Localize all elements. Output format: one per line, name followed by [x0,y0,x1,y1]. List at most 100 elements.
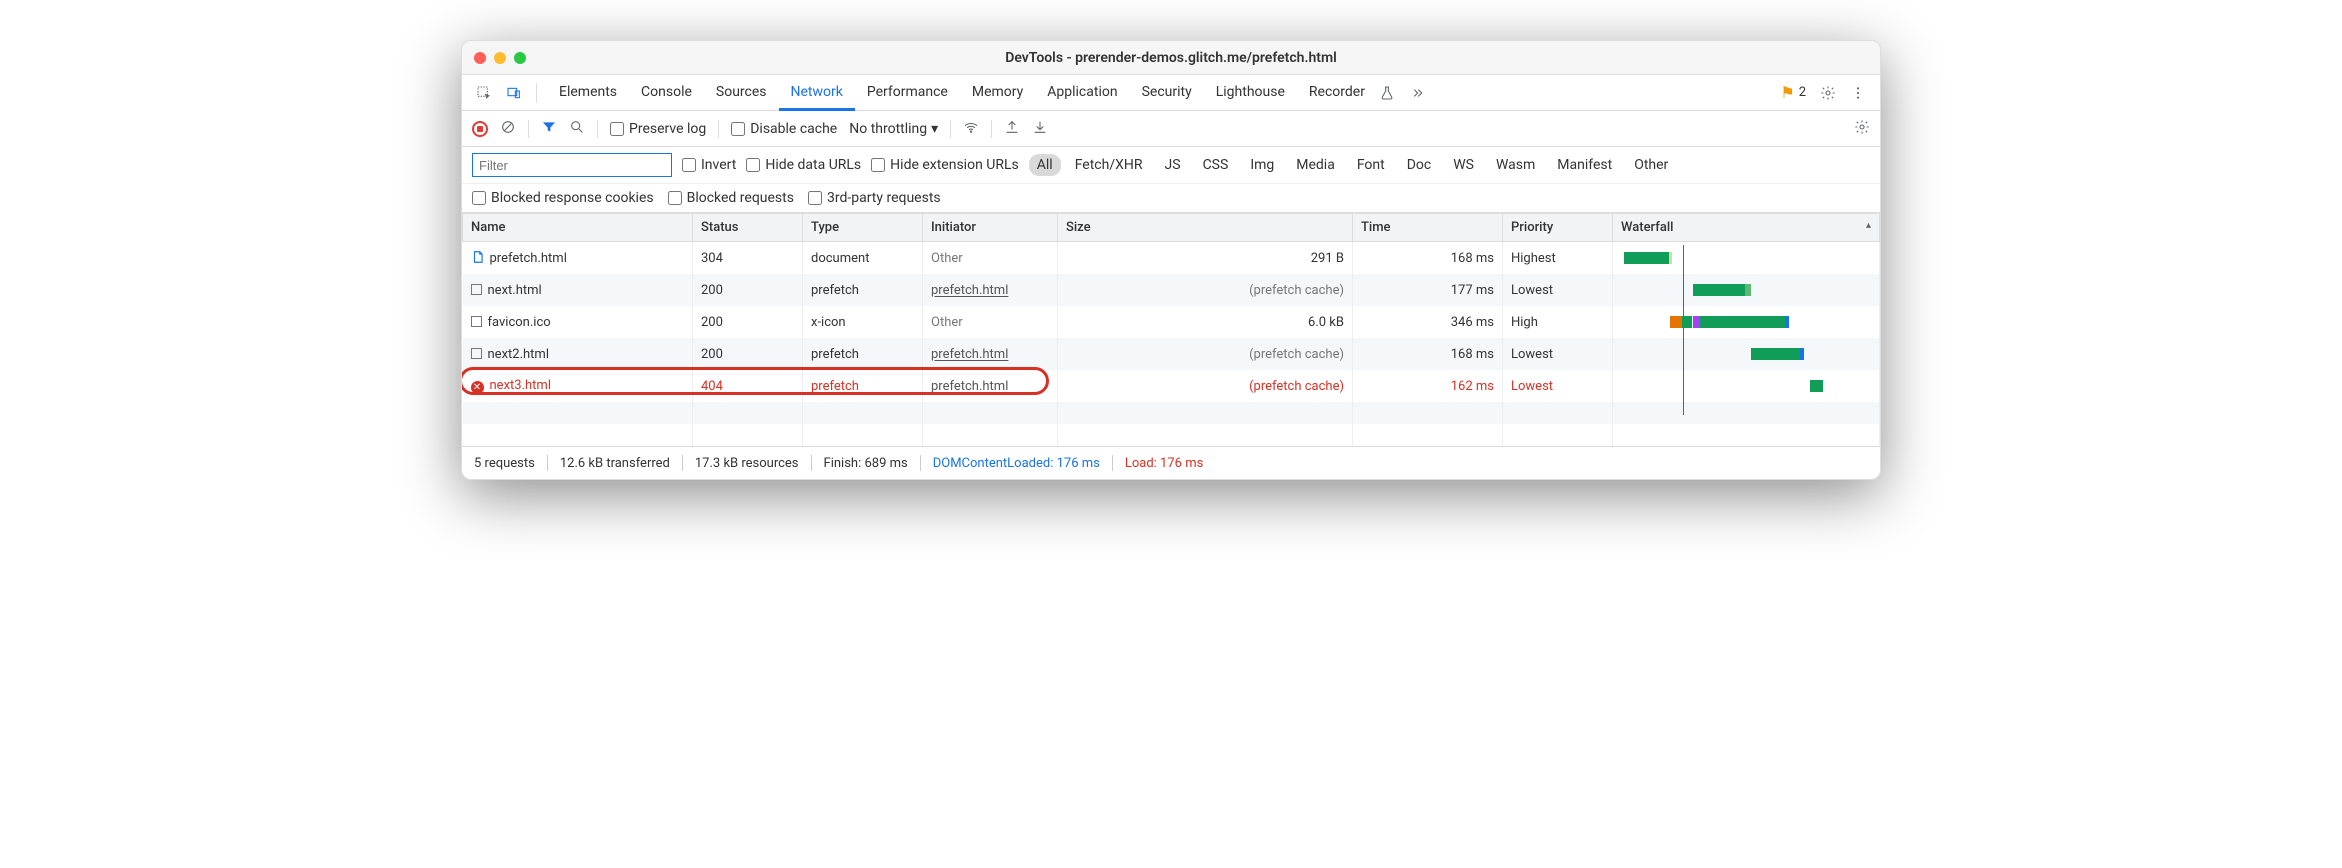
waterfall-cell [1613,274,1880,306]
issues-badge[interactable]: ⚑ 2 [1776,81,1810,104]
initiator-link[interactable]: prefetch.html [931,379,1008,394]
inspect-icon[interactable] [472,81,496,105]
table-row[interactable]: ✕next3.html404prefetchprefetch.html(pref… [463,370,1880,402]
disable-cache-checkbox[interactable]: Disable cache [731,121,837,137]
kebab-menu-icon[interactable] [1846,81,1870,105]
empty-row [463,424,1880,446]
filter-type-fetch-xhr[interactable]: Fetch/XHR [1067,154,1151,176]
device-mode-icon[interactable] [502,81,526,105]
filter-type-all[interactable]: All [1029,154,1061,176]
search-icon[interactable] [569,119,585,139]
blocked-cookies-checkbox[interactable]: Blocked response cookies [472,190,654,206]
column-header-type[interactable]: Type [803,214,923,242]
status-cell: 200 [693,338,803,370]
hide-extension-urls-checkbox[interactable]: Hide extension URLs [871,157,1019,173]
upload-har-icon[interactable] [1004,119,1020,139]
filter-type-wasm[interactable]: Wasm [1488,154,1543,176]
tab-application[interactable]: Application [1035,76,1129,110]
size-cell: (prefetch cache) [1058,370,1353,402]
request-name: favicon.ico [488,315,551,330]
separator [718,120,719,138]
dcl-time: DOMContentLoaded: 176 ms [933,456,1100,471]
table-row[interactable]: favicon.ico200x-iconOther6.0 kB346 msHig… [463,306,1880,338]
clear-button[interactable] [500,119,516,139]
waterfall-segment [1745,284,1752,296]
priority-cell: Lowest [1503,338,1613,370]
titlebar: DevTools - prerender-demos.glitch.me/pre… [462,41,1880,75]
tab-recorder[interactable]: Recorder [1297,76,1377,110]
filter-toggle-icon[interactable] [541,119,557,139]
hide-data-urls-checkbox[interactable]: Hide data URLs [746,157,861,173]
filter-type-ws[interactable]: WS [1445,154,1482,176]
tab-sources[interactable]: Sources [704,76,779,110]
initiator-link: Other [931,251,963,266]
waterfall-cell [1613,338,1880,370]
waterfall-segment [1810,380,1823,392]
column-header-size[interactable]: Size [1058,214,1353,242]
waterfall-segment [1693,284,1745,296]
filter-type-media[interactable]: Media [1288,154,1343,176]
type-cell: x-icon [803,306,923,338]
network-settings-icon[interactable] [1854,119,1870,139]
filter-input[interactable] [472,153,672,177]
flask-icon [1375,81,1399,105]
filter-type-font[interactable]: Font [1349,154,1393,176]
tab-memory[interactable]: Memory [960,76,1035,110]
more-tabs-icon[interactable] [1405,81,1429,105]
tab-lighthouse[interactable]: Lighthouse [1204,76,1297,110]
initiator-link[interactable]: prefetch.html [931,283,1008,298]
request-name: next.html [488,283,542,298]
filter-type-doc[interactable]: Doc [1399,154,1440,176]
tab-network[interactable]: Network [779,76,855,111]
preserve-log-checkbox[interactable]: Preserve log [610,121,706,137]
tab-elements[interactable]: Elements [547,76,629,110]
separator [528,120,529,138]
record-button[interactable] [472,121,488,137]
network-toolbar: Preserve log Disable cache No throttling… [462,111,1880,147]
filter-type-manifest[interactable]: Manifest [1549,154,1620,176]
priority-cell: Lowest [1503,274,1613,306]
invert-checkbox[interactable]: Invert [682,157,736,173]
filter-type-css[interactable]: CSS [1195,154,1237,176]
load-time: Load: 176 ms [1125,456,1203,471]
filter-type-js[interactable]: JS [1157,154,1189,176]
tab-console[interactable]: Console [629,76,704,110]
request-name: next2.html [488,347,549,362]
filter-type-other[interactable]: Other [1626,154,1676,176]
column-header-time[interactable]: Time [1353,214,1503,242]
separator [950,120,951,138]
column-header-initiator[interactable]: Initiator [923,214,1058,242]
request-name: next3.html [490,378,551,393]
waterfall-cell [1613,242,1880,275]
waterfall-segment [1751,348,1800,360]
tab-performance[interactable]: Performance [855,76,960,110]
requests-count: 5 requests [474,456,535,471]
third-party-checkbox[interactable]: 3rd-party requests [808,190,941,206]
flag-icon: ⚑ [1780,83,1794,102]
download-har-icon[interactable] [1032,119,1048,139]
status-cell: 304 [693,242,803,275]
throttling-select[interactable]: No throttling ▾ [849,121,938,137]
table-row[interactable]: prefetch.html304documentOther291 B168 ms… [463,242,1880,275]
waterfall-segment [1682,316,1692,328]
separator [991,120,992,138]
priority-cell: Lowest [1503,370,1613,402]
document-icon [471,250,485,264]
filter-type-img[interactable]: Img [1242,154,1282,176]
column-header-name[interactable]: Name [463,214,693,242]
column-header-priority[interactable]: Priority [1503,214,1613,242]
table-row[interactable]: next.html200prefetchprefetch.html(prefet… [463,274,1880,306]
waterfall-segment [1670,316,1682,328]
type-cell: document [803,242,923,275]
settings-icon[interactable] [1816,81,1840,105]
column-header-status[interactable]: Status [693,214,803,242]
time-cell: 177 ms [1353,274,1503,306]
status-cell: 200 [693,274,803,306]
table-row[interactable]: next2.html200prefetchprefetch.html(prefe… [463,338,1880,370]
column-header-waterfall[interactable]: Waterfall [1613,214,1880,242]
blocked-requests-checkbox[interactable]: Blocked requests [668,190,794,206]
size-cell: (prefetch cache) [1058,338,1353,370]
network-conditions-icon[interactable] [963,119,979,139]
tab-security[interactable]: Security [1130,76,1204,110]
initiator-link[interactable]: prefetch.html [931,347,1008,362]
